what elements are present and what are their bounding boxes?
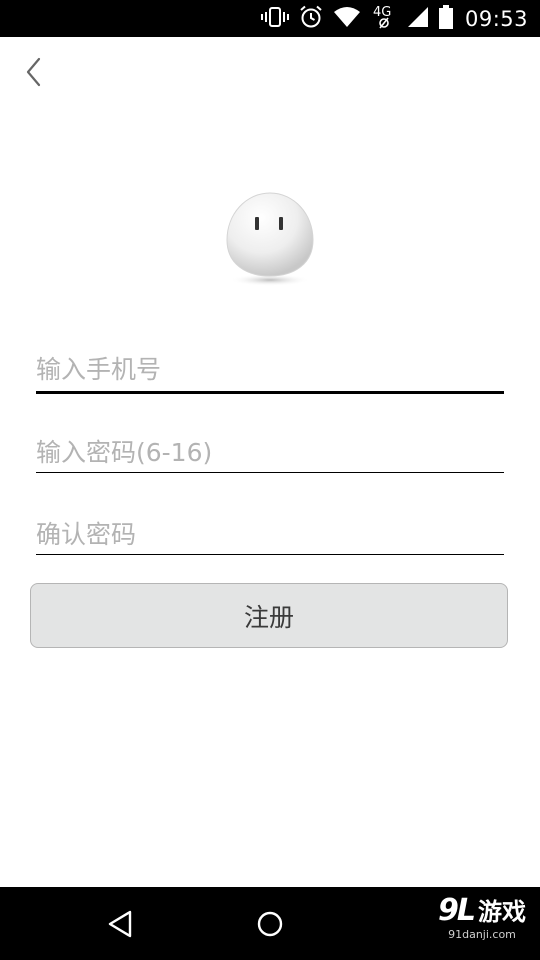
- navigation-bar: 9L 游戏 91danji.com: [0, 887, 540, 960]
- status-icons: 4G 09:53: [260, 0, 528, 37]
- register-screen: 4G 09:53 输入手机号 注册 9L 游戏 91danji.com: [0, 0, 540, 960]
- watermark-number: 9L: [438, 893, 476, 928]
- wifi-icon: [333, 6, 361, 32]
- confirm-password-input[interactable]: [36, 515, 504, 553]
- confirm-password-underline: [36, 554, 504, 555]
- home-circle-icon: [257, 911, 283, 937]
- signal-icon: [407, 6, 429, 32]
- back-button[interactable]: [20, 56, 52, 88]
- battery-icon: [438, 4, 453, 33]
- phone-field: [36, 350, 504, 394]
- blob-mascot-icon: [226, 192, 314, 286]
- password-underline: [36, 472, 504, 473]
- clock-time: 09:53: [464, 6, 528, 31]
- password-input[interactable]: [36, 433, 504, 471]
- nav-back-button[interactable]: [104, 908, 136, 940]
- alarm-icon: [299, 5, 323, 33]
- password-field: [36, 433, 504, 473]
- watermark-text: 游戏: [478, 898, 526, 926]
- phone-input[interactable]: [36, 350, 504, 388]
- watermark-logo: 9L 游戏 91danji.com: [438, 895, 526, 942]
- register-button-label: 注册: [243, 602, 294, 632]
- status-bar: 4G 09:53: [0, 0, 540, 37]
- watermark-url: 91danji.com: [448, 928, 516, 941]
- nav-home-button[interactable]: [254, 908, 286, 940]
- watermark-brand: 9L 游戏: [438, 895, 526, 927]
- vibrate-icon: [260, 6, 289, 32]
- avatar: [222, 190, 318, 290]
- confirm-password-field: [36, 515, 504, 555]
- back-triangle-icon: [108, 910, 132, 938]
- chevron-left-icon: [26, 57, 41, 87]
- data-indicator: 4G: [371, 4, 397, 34]
- register-button[interactable]: 注册: [30, 583, 508, 648]
- phone-underline: [36, 391, 504, 394]
